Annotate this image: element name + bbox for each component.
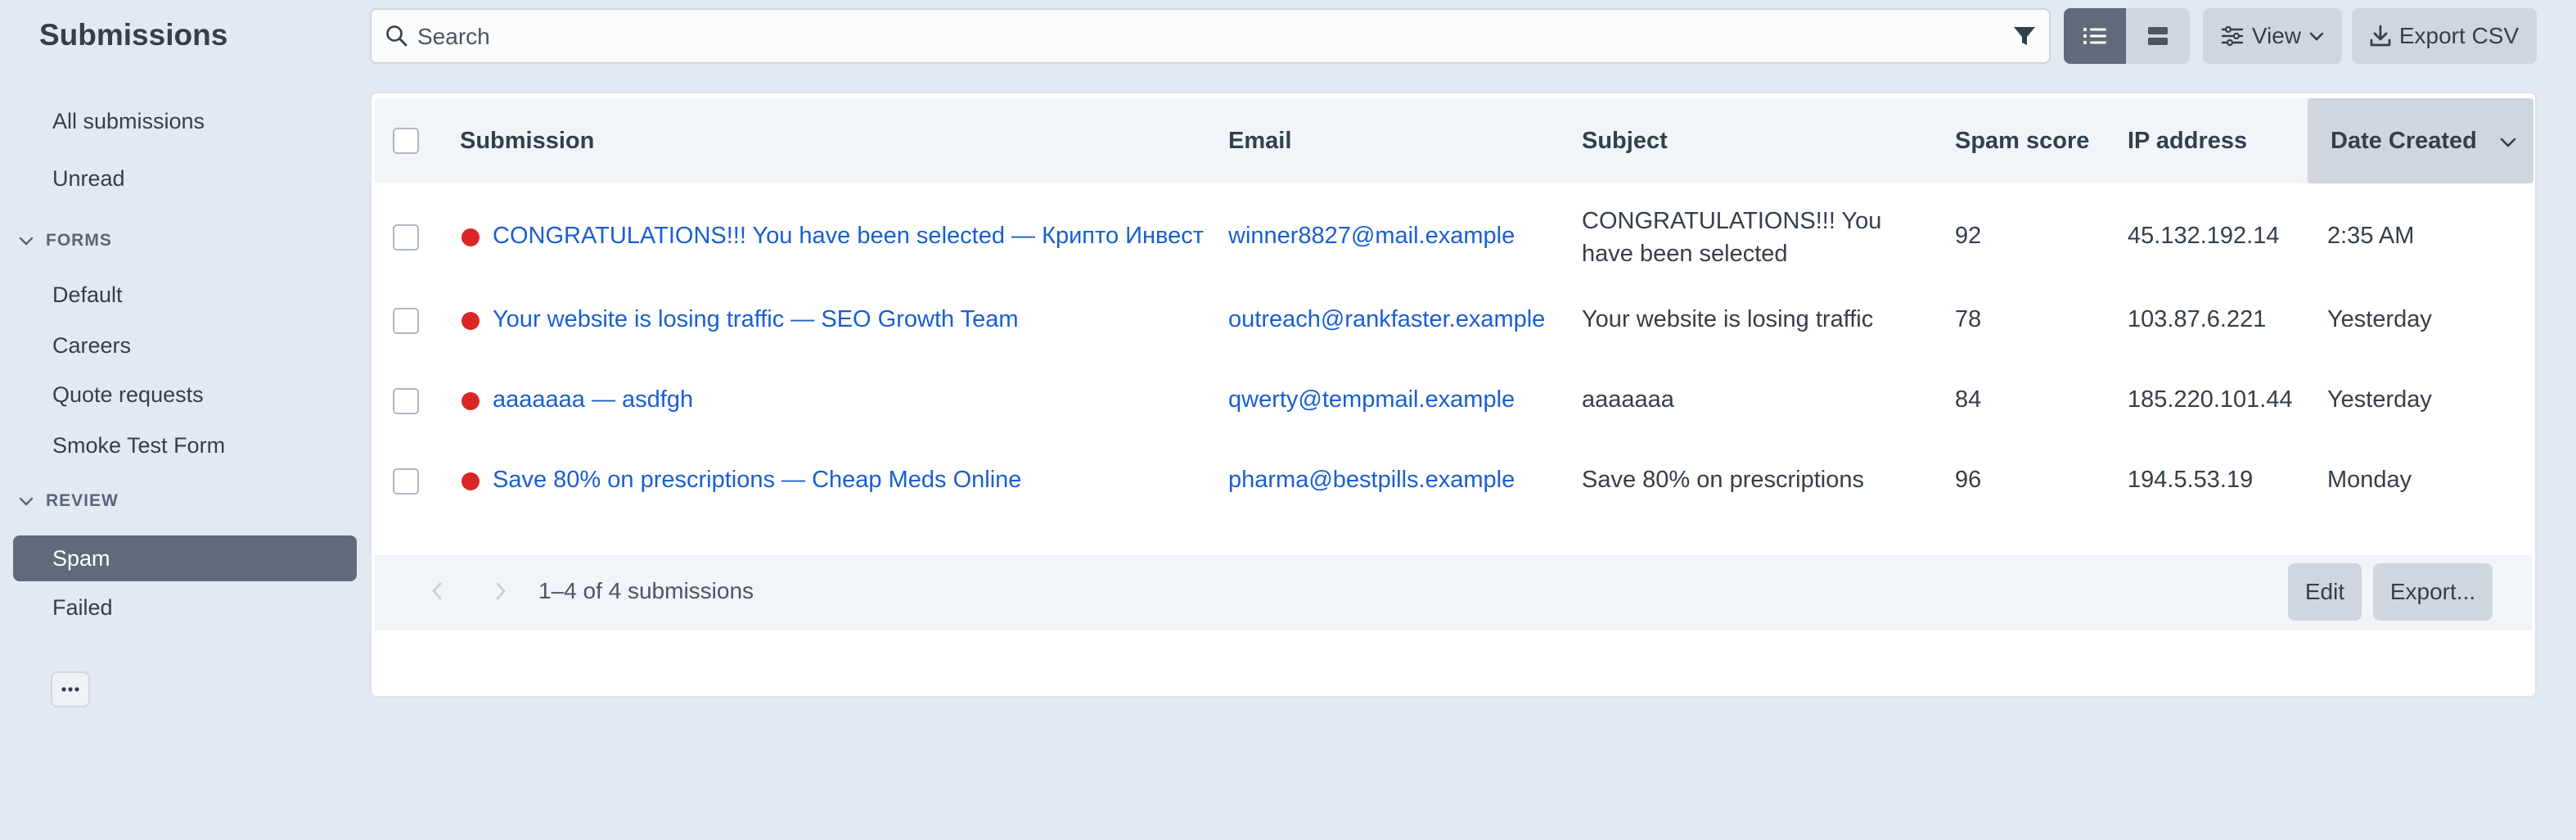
subject-cell: Save 80% on prescriptions <box>1582 467 1864 493</box>
date-cell: Yesterday <box>2327 386 2432 413</box>
column-header-spam-score[interactable]: Spam score <box>1955 98 2089 183</box>
search-bar <box>370 8 2051 64</box>
email-link[interactable]: winner8827@mail.example <box>1228 223 1515 250</box>
more-button[interactable] <box>51 671 90 707</box>
export-csv-button[interactable]: Export CSV <box>2352 8 2537 64</box>
sidebar-item-failed[interactable]: Failed <box>13 585 357 630</box>
sidebar-item-quote-requests[interactable]: Quote requests <box>13 372 357 418</box>
view-button[interactable]: View <box>2203 8 2342 64</box>
row-checkbox[interactable] <box>393 388 419 414</box>
column-header-email[interactable]: Email <box>1228 98 1291 183</box>
list-icon <box>2083 28 2106 44</box>
sidebar-item-spam[interactable]: Spam <box>13 535 357 581</box>
table-row[interactable]: Save 80% on prescriptions — Cheap Meds O… <box>375 440 2532 521</box>
submission-link[interactable]: Your website is losing traffic — SEO Gro… <box>493 306 1019 333</box>
filter-icon[interactable] <box>2011 23 2038 49</box>
column-header-date-created[interactable]: Date Created <box>2308 98 2533 183</box>
chevron-down-icon <box>19 497 34 506</box>
rows-icon <box>2148 27 2168 45</box>
list-view-button[interactable] <box>2064 8 2126 64</box>
table-row[interactable]: aaaaaaa — asdfgh qwerty@tempmail.example… <box>375 360 2532 440</box>
subject-cell: aaaaaaa <box>1582 386 1674 413</box>
spam-indicator <box>462 472 480 490</box>
email-link[interactable]: qwerty@tempmail.example <box>1228 386 1515 413</box>
subject-cell: Your website is losing traffic <box>1582 306 1874 332</box>
search-icon <box>386 25 408 47</box>
sidebar-item-careers[interactable]: Careers <box>13 323 357 368</box>
date-cell: 2:35 AM <box>2327 223 2415 249</box>
date-cell: Yesterday <box>2327 306 2432 332</box>
spam-score-cell: 78 <box>1955 306 1982 332</box>
table-row[interactable]: CONGRATULATIONS!!! You have been selecte… <box>375 195 2532 280</box>
sidebar-item-label: Quote requests <box>52 382 204 407</box>
sidebar-item-label: Smoke Test Form <box>52 433 226 458</box>
chevron-left-icon[interactable] <box>429 581 445 601</box>
row-checkbox[interactable] <box>393 308 419 334</box>
column-header-submission[interactable]: Submission <box>460 98 594 183</box>
table-footer: 1–4 of 4 submissions Edit Export... <box>375 555 2532 630</box>
sidebar-item-label: Spam <box>52 546 110 571</box>
download-icon <box>2370 25 2391 47</box>
sidebar-item-all-submissions[interactable]: All submissions <box>13 98 357 144</box>
submissions-table: Submission Email Subject Spam score IP a… <box>370 92 2537 698</box>
submission-link[interactable]: CONGRATULATIONS!!! You have been selecte… <box>493 223 1204 250</box>
search-input[interactable] <box>416 18 1974 56</box>
edit-button[interactable]: Edit <box>2288 563 2362 621</box>
table-header: Submission Email Subject Spam score IP a… <box>375 98 2533 183</box>
submission-link[interactable]: Save 80% on prescriptions — Cheap Meds O… <box>493 467 1021 494</box>
sidebar-item-label: Unread <box>52 166 125 191</box>
export-csv-label: Export CSV <box>2398 23 2520 48</box>
table-row[interactable]: Your website is losing traffic — SEO Gro… <box>375 280 2532 360</box>
row-checkbox[interactable] <box>393 224 419 251</box>
sidebar-item-label: All submissions <box>52 109 205 133</box>
sidebar-section-review[interactable]: REVIEW <box>18 491 119 511</box>
ip-address-cell: 185.220.101.44 <box>2128 386 2293 413</box>
export-button[interactable]: Export... <box>2373 563 2493 621</box>
chevron-down-icon <box>19 237 34 246</box>
email-link[interactable]: pharma@bestpills.example <box>1228 467 1515 494</box>
chevron-right-icon[interactable] <box>493 581 509 601</box>
spam-score-cell: 84 <box>1955 386 1982 413</box>
row-checkbox[interactable] <box>393 468 419 495</box>
sidebar-section-heading: REVIEW <box>46 491 119 510</box>
spam-score-cell: 92 <box>1955 223 1982 249</box>
spam-score-cell: 96 <box>1955 467 1982 493</box>
sidebar-item-smoke-test-form[interactable]: Smoke Test Form <box>13 422 357 468</box>
ellipsis-icon <box>61 687 79 692</box>
sidebar-item-unread[interactable]: Unread <box>13 156 357 201</box>
sliders-icon <box>2221 25 2244 47</box>
sidebar-section-heading: FORMS <box>46 231 112 250</box>
ip-address-cell: 45.132.192.14 <box>2128 223 2280 249</box>
sidebar-item-default[interactable]: Default <box>13 272 357 318</box>
ip-address-cell: 194.5.53.19 <box>2128 467 2254 493</box>
spam-indicator <box>462 312 480 330</box>
spam-indicator <box>462 392 480 410</box>
page-title: Submissions <box>39 18 228 52</box>
email-link[interactable]: outreach@rankfaster.example <box>1228 306 1545 333</box>
submission-link[interactable]: aaaaaaa — asdfgh <box>493 386 693 413</box>
pagination-count: 1–4 of 4 submissions <box>538 578 754 603</box>
column-header-ip-address[interactable]: IP address <box>2128 98 2247 183</box>
view-button-label: View <box>2251 23 2302 48</box>
column-header-subject[interactable]: Subject <box>1582 98 1668 183</box>
chevron-down-icon <box>2309 32 2324 41</box>
sidebar-section-forms[interactable]: FORMS <box>18 231 112 251</box>
sidebar: Submissions All submissions Unread FORMS… <box>0 0 360 840</box>
date-cell: Monday <box>2327 467 2412 493</box>
sidebar-item-label: Careers <box>52 333 132 358</box>
sidebar-item-label: Failed <box>52 595 113 620</box>
chevron-down-icon <box>2500 138 2516 147</box>
subject-cell: CONGRATULATIONS!!! You have been selecte… <box>1582 208 1882 267</box>
ip-address-cell: 103.87.6.221 <box>2128 306 2267 332</box>
spam-indicator <box>462 228 480 246</box>
compact-view-button[interactable] <box>2126 8 2190 64</box>
select-all-checkbox[interactable] <box>393 128 419 154</box>
sidebar-item-label: Default <box>52 282 123 307</box>
column-header-label: Date Created <box>2331 128 2477 154</box>
